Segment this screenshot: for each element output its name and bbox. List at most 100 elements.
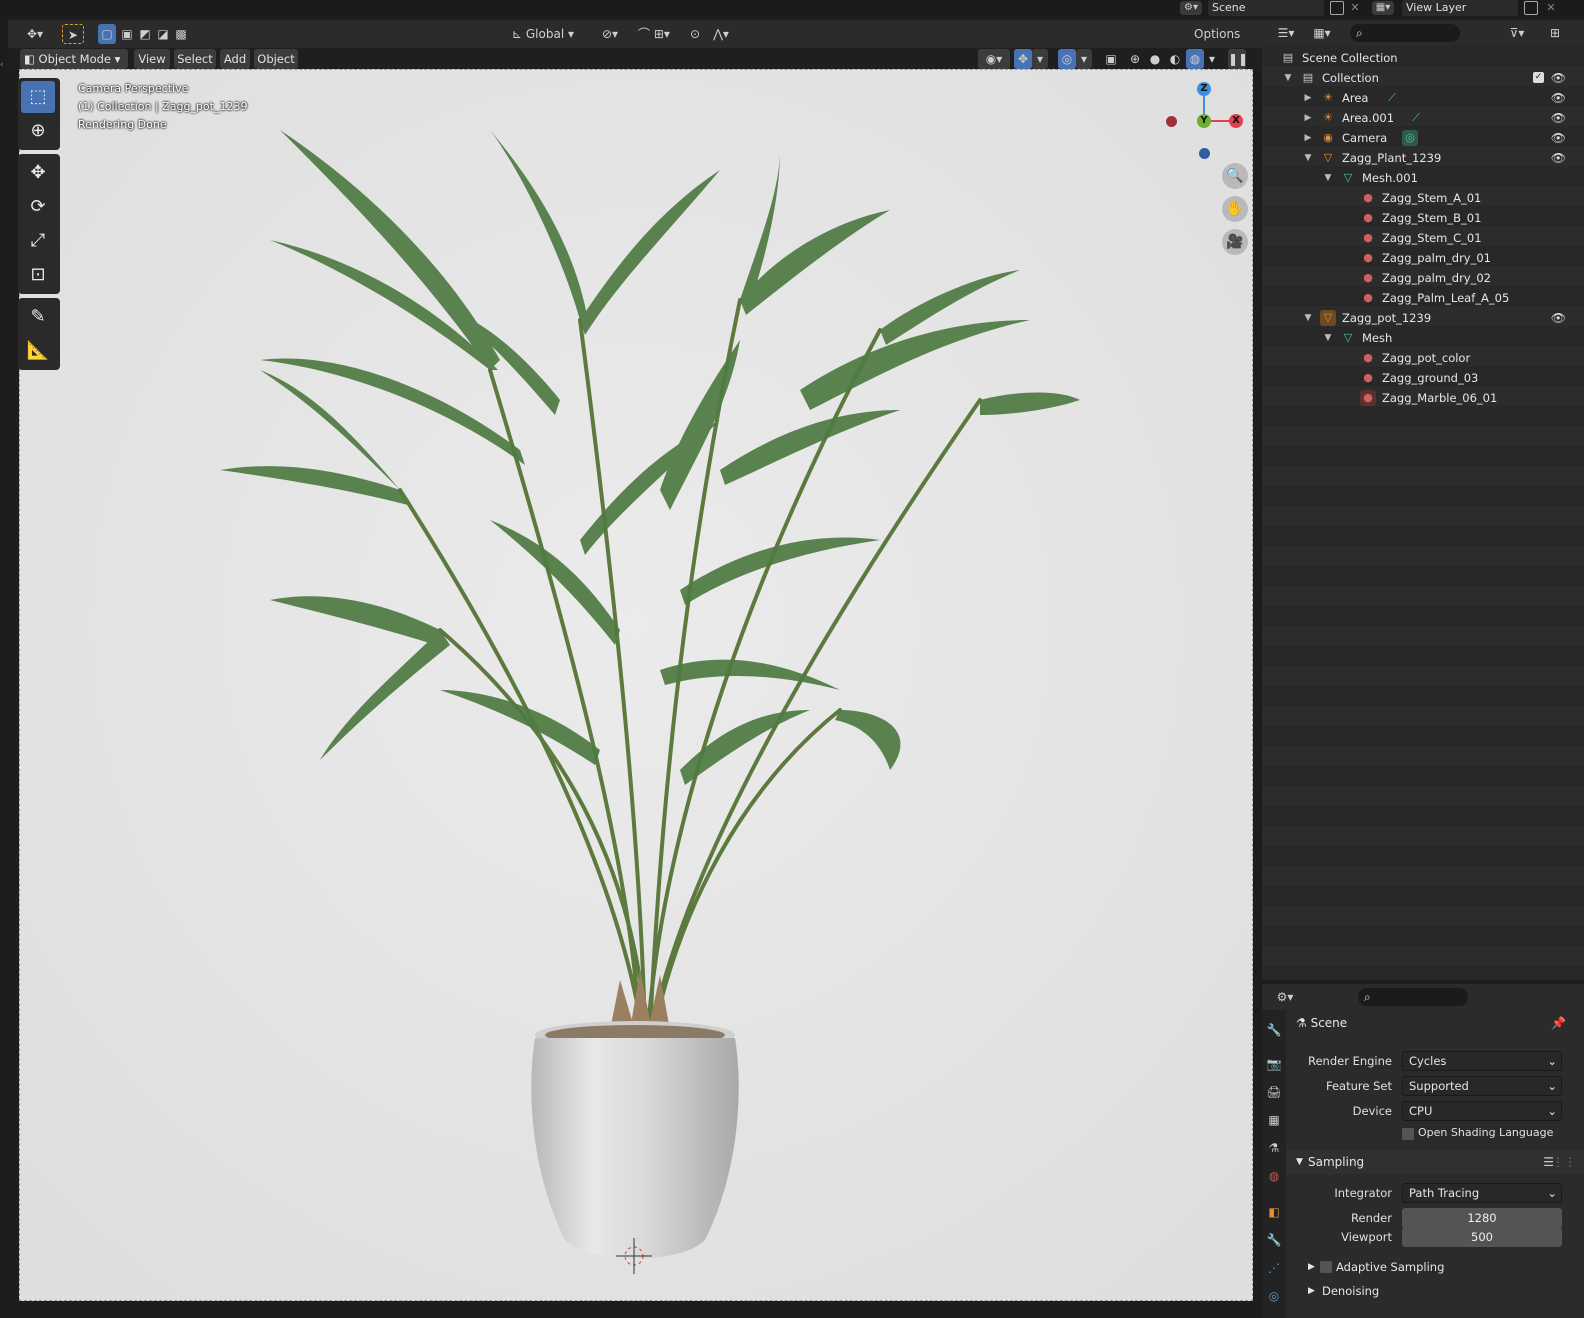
viewport-samples-field[interactable]: 500 [1402,1227,1562,1247]
outliner-row-scene-collection[interactable]: ▤ Scene Collection [1262,48,1584,68]
particles-tab-icon[interactable]: ⋰ [1265,1258,1283,1278]
outliner-row-material[interactable]: ● Zagg_palm_dry_01 [1262,248,1584,268]
world-tab-icon[interactable]: ◍ [1265,1166,1283,1186]
scene-tab-icon[interactable]: ⚗ [1265,1138,1283,1158]
solid-shading-icon[interactable]: ● [1146,49,1164,69]
object-tab-icon[interactable]: ◧ [1265,1202,1283,1222]
gizmo-neg-z-axis[interactable] [1199,148,1210,159]
transform-orientation-dropdown[interactable]: ⊾ Global ▾ [508,24,588,44]
expand-triangle-icon[interactable]: ▶ [1302,88,1314,108]
xray-icon[interactable]: ▣ [1102,49,1120,69]
denoising-subpanel[interactable]: ▶ Denoising [1286,1279,1584,1303]
collapse-triangle-icon[interactable]: ▼ [1322,168,1334,188]
outliner-editor-type-icon[interactable]: ☰▾ [1272,23,1300,43]
view-menu[interactable]: View [134,49,170,69]
select-menu[interactable]: Select [174,49,216,69]
properties-editor-type-icon[interactable]: ⚙▾ [1270,987,1300,1007]
editor-type-icon[interactable]: ✥▾ [20,24,50,44]
overlays-toggle-icon[interactable]: ◎ [1058,49,1076,69]
eye-icon[interactable]: 👁 [1551,108,1566,128]
collapse-triangle-icon[interactable]: ▼ [1322,328,1334,348]
display-mode-icon[interactable]: ▦▾ [1308,23,1336,43]
scene-selector-icon[interactable]: ⚙▾ [1180,1,1202,15]
options-dropdown[interactable]: Options ▾ [1188,24,1250,61]
render-engine-dropdown[interactable]: Cycles ⌄ [1402,1051,1562,1071]
collapse-triangle-icon[interactable]: ▼ [1282,68,1294,88]
outliner-row-zagg-pot[interactable]: ▼ ▽ Zagg_pot_1239 👁 [1262,308,1584,328]
shading-dropdown-icon[interactable]: ▾ [1204,49,1220,69]
tool-tab-icon[interactable]: 🔧 [1265,1020,1283,1040]
eye-icon[interactable]: 👁 [1551,128,1566,148]
select-box-icon[interactable]: ⬚ [21,81,55,113]
3d-viewport[interactable]: Camera Perspective (1) Collection | Zagg… [19,69,1253,1301]
outliner-row-material[interactable]: ● Zagg_Stem_A_01 [1262,188,1584,208]
view-layer-tab-icon[interactable]: ▦ [1265,1110,1283,1130]
select-box-tool-icon[interactable]: ➤ [62,24,84,44]
overlays-dropdown-icon[interactable]: ▾ [1076,49,1092,69]
outliner-row-material[interactable]: ● Zagg_ground_03 [1262,368,1584,388]
outliner-row-area[interactable]: ▶ ☀ Area ⟋ 👁 [1262,88,1584,108]
new-collection-icon[interactable]: ⊞ [1546,23,1564,43]
outliner-row-area-001[interactable]: ▶ ☀ Area.001 ⟋ 👁 [1262,108,1584,128]
close-view-layer-icon[interactable]: ✕ [1544,0,1558,16]
rotate-tool-icon[interactable]: ⟳ [21,191,55,223]
outliner-row-mesh[interactable]: ▼ ▽ Mesh [1262,328,1584,348]
outliner-search-input[interactable]: ⌕ [1350,24,1460,42]
object-menu[interactable]: Object [254,49,298,69]
outliner-row-material[interactable]: ● Zagg_Palm_Leaf_A_05 [1262,288,1584,308]
camera-view-icon[interactable]: 🎥 [1222,229,1248,255]
outliner-row-material[interactable]: ● Zagg_Marble_06_01 [1262,388,1584,408]
move-tool-icon[interactable]: ✥ [21,157,55,189]
eye-icon[interactable]: 👁 [1551,88,1566,108]
outliner-row-collection[interactable]: ▼ ▤ Collection ✓ 👁 [1262,68,1584,88]
view-layer-field[interactable]: View Layer [1402,0,1518,16]
output-tab-icon[interactable]: 🖨 [1265,1082,1283,1102]
toolbar-collapse-icon[interactable]: ‹ [0,60,8,80]
outliner-row-mesh-001[interactable]: ▼ ▽ Mesh.001 [1262,168,1584,188]
collapse-triangle-icon[interactable]: ▼ [1302,148,1314,168]
feature-set-dropdown[interactable]: Supported ⌄ [1402,1076,1562,1096]
mode-set-icon[interactable]: ▢ [98,24,116,44]
gizmo-neg-x-axis[interactable] [1166,116,1177,127]
add-menu[interactable]: Add [220,49,250,69]
pin-icon[interactable]: 📌 [1551,1016,1566,1030]
material-shading-icon[interactable]: ◐ [1166,49,1184,69]
render-tab-icon[interactable]: 📷 [1265,1054,1283,1074]
scale-tool-icon[interactable]: ⤢ [21,225,55,257]
new-view-layer-icon[interactable] [1524,1,1538,15]
gizmo-dropdown-icon[interactable]: ▾ [1032,49,1048,69]
adaptive-sampling-subpanel[interactable]: ▶ Adaptive Sampling [1286,1255,1584,1279]
new-scene-icon[interactable] [1330,1,1344,15]
zoom-icon[interactable]: 🔍 [1222,163,1248,189]
sampling-panel-header[interactable]: ▼ Sampling ☰ ⋮⋮ [1286,1150,1584,1174]
collapse-triangle-icon[interactable]: ▼ [1302,308,1314,328]
object-mode-dropdown[interactable]: ◧ Object Mode ▾ [20,49,128,69]
osl-checkbox[interactable] [1402,1128,1414,1140]
pivot-point-icon[interactable]: ⊘▾ [594,24,626,44]
mode-intersect-icon[interactable]: ▩ [172,24,190,44]
expand-triangle-icon[interactable]: ▶ [1302,108,1314,128]
proportional-editing-icon[interactable]: ⊙ [686,24,704,44]
outliner-row-material[interactable]: ● Zagg_Stem_B_01 [1262,208,1584,228]
rendered-shading-icon[interactable]: ◍ [1186,49,1204,69]
filter-icon[interactable]: ⊽▾ [1502,23,1532,43]
falloff-icon[interactable]: ⋀▾ [706,24,736,44]
expand-triangle-icon[interactable]: ▶ [1302,128,1314,148]
pan-hand-icon[interactable]: ✋ [1222,196,1248,222]
eye-icon[interactable]: 👁 [1551,148,1566,168]
outliner-row-material[interactable]: ● Zagg_pot_color [1262,348,1584,368]
mode-subtract-icon[interactable]: ◩ [136,24,154,44]
visibility-icon[interactable]: ◉▾ [978,49,1010,69]
pause-render-icon[interactable]: ❚❚ [1228,49,1248,69]
view-layer-selector-icon[interactable]: ▦▾ [1372,1,1394,15]
mode-extend-icon[interactable]: ▣ [118,24,136,44]
eye-icon[interactable]: 👁 [1551,68,1566,88]
close-scene-icon[interactable]: ✕ [1348,0,1362,16]
mode-difference-icon[interactable]: ◪ [154,24,172,44]
cursor-tool-icon[interactable]: ⊕ [21,115,55,147]
transform-tool-icon[interactable]: ⊡ [21,259,55,291]
snap-icon[interactable]: ⌒ ⊞▾ [628,24,680,44]
scene-field[interactable]: Scene [1208,0,1324,16]
outliner-row-material[interactable]: ● Zagg_palm_dry_02 [1262,268,1584,288]
render-samples-field[interactable]: 1280 [1402,1208,1562,1228]
